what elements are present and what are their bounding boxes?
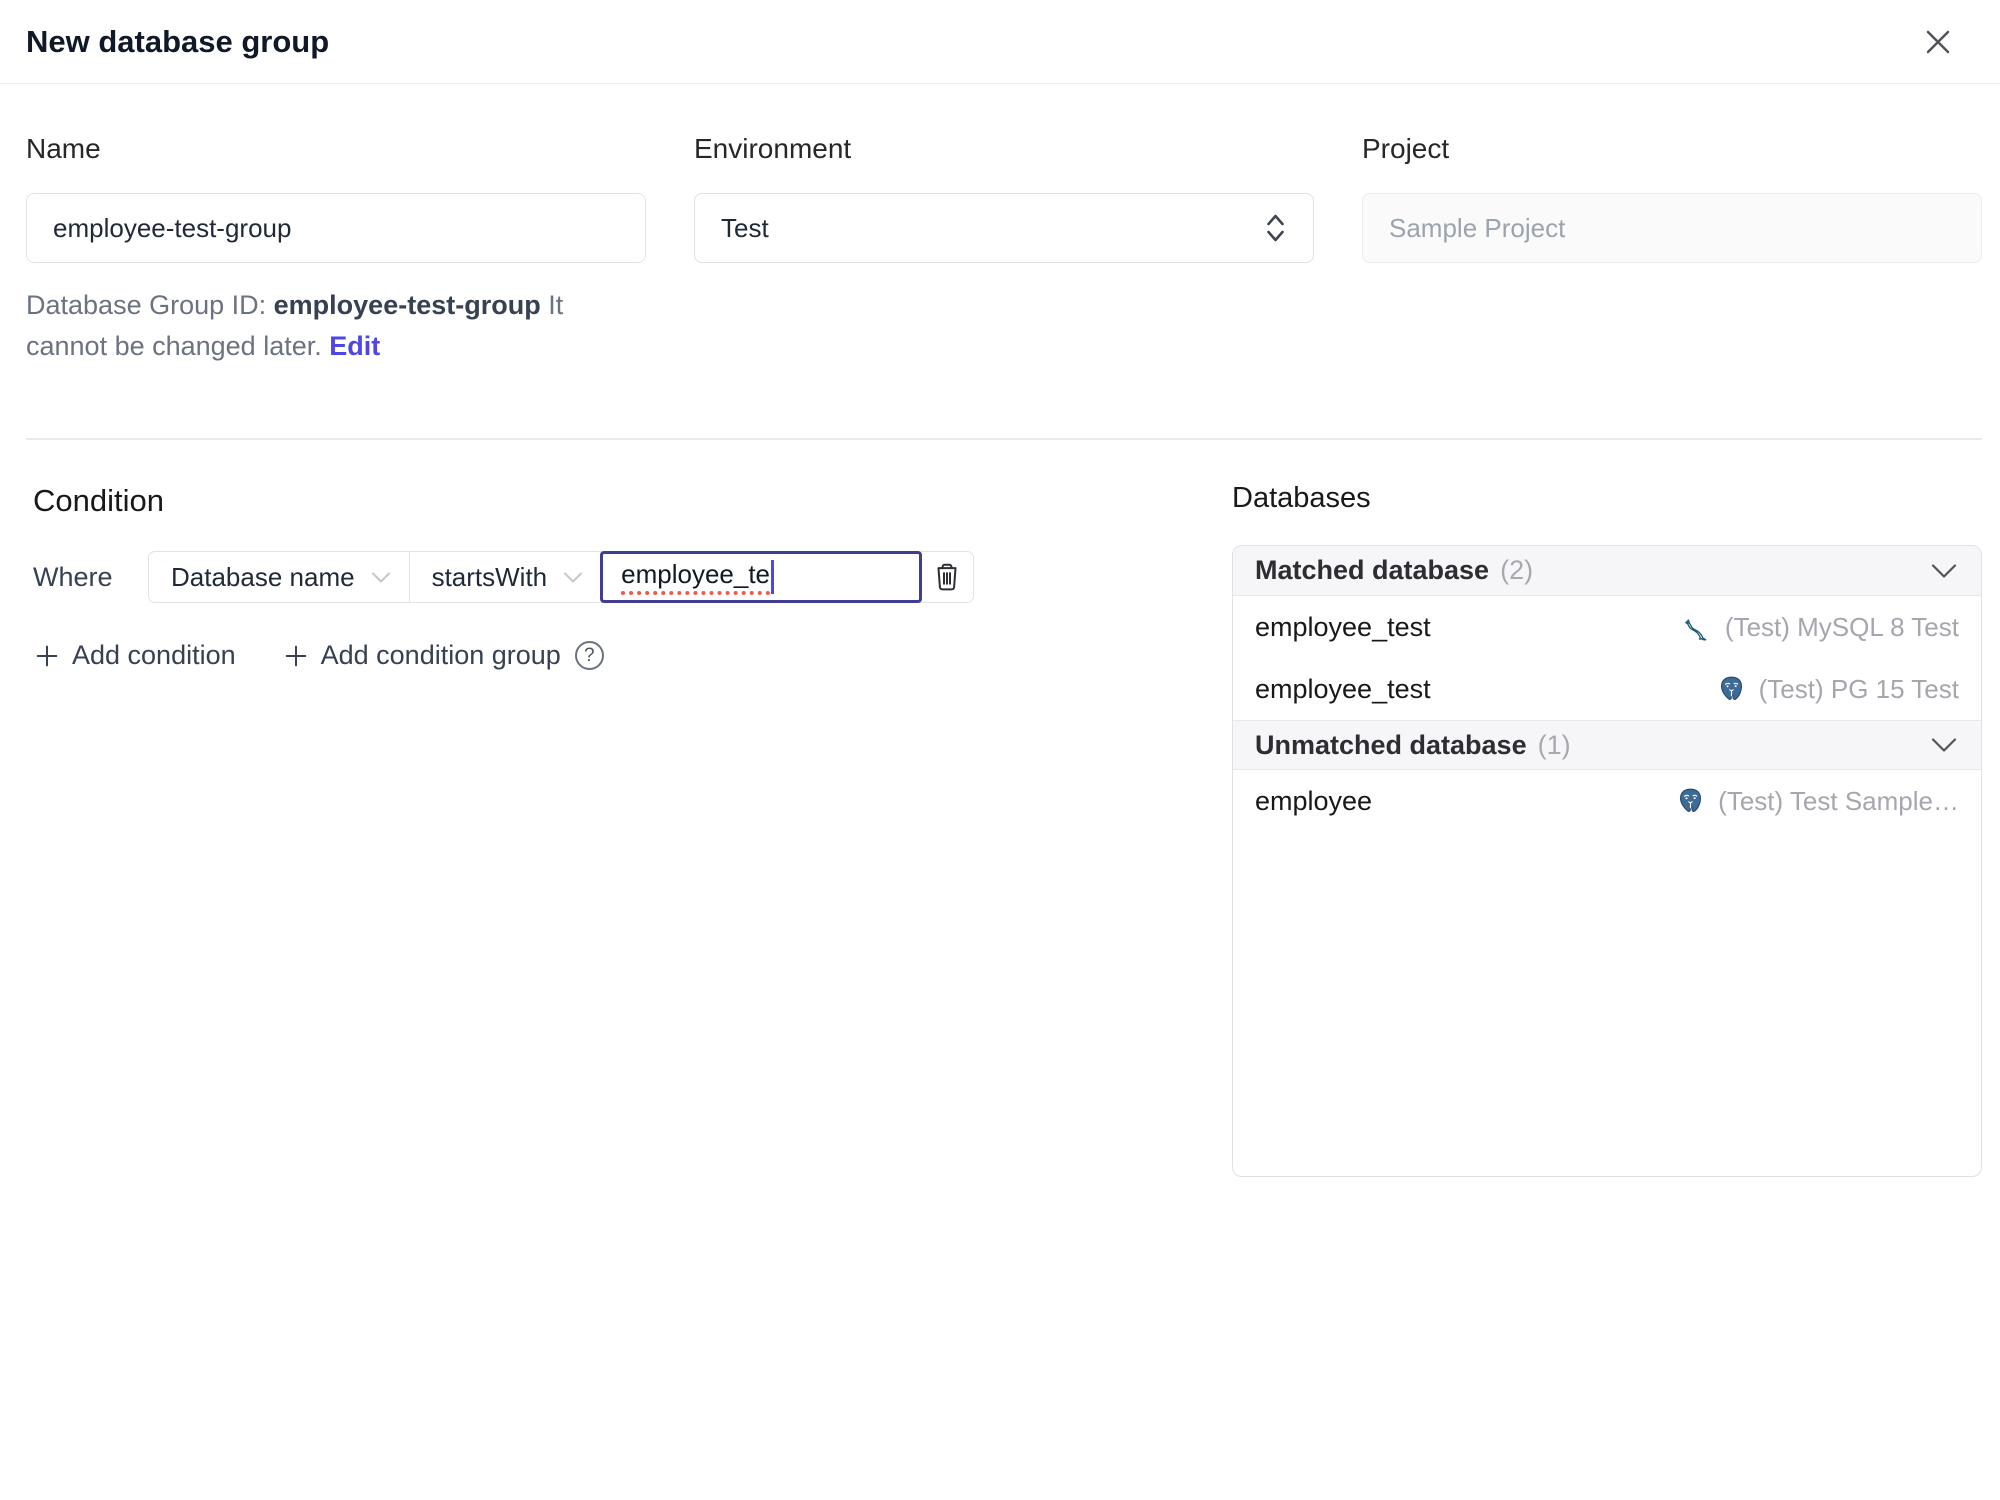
operator-select[interactable]: startsWith [408,551,603,603]
environment-value: Test [721,212,769,243]
environment-field: Environment Test [694,132,1314,394]
help-icon[interactable]: ? [574,641,604,670]
database-row: employee_test (Test) PG 15 Test [1233,658,1981,720]
delete-condition-button[interactable] [920,551,975,603]
condition-section: Condition Where Database name startsWith [26,440,1232,1177]
close-icon [1918,22,1958,62]
text-caret [771,560,775,594]
project-field: Project [1362,132,1982,394]
condition-heading: Condition [33,483,164,518]
condition-actions: Add condition Add condition group ? [33,640,1232,671]
instance-label: (Test) Test Sample… [1675,786,1959,817]
database-row: employee (Test) Test Sample… [1233,770,1981,832]
name-input[interactable] [26,193,646,263]
instance-name: (Test) MySQL 8 Test [1724,611,1959,642]
instance-name: (Test) Test Sample… [1718,785,1959,816]
project-label: Project [1362,133,1450,164]
trash-icon [932,561,962,594]
edit-link[interactable]: Edit [329,331,380,361]
add-condition-group-button[interactable]: Add condition group [282,640,561,671]
condition-expression: Database name startsWith employee_te [148,551,975,603]
plus-icon [33,642,61,670]
factor-value: Database name [171,561,355,592]
matched-database-header[interactable]: Matched database (2) [1233,546,1981,596]
add-condition-group-label: Add condition group [320,640,561,670]
environment-select[interactable]: Test [694,193,1314,263]
databases-heading: Databases [1232,482,1371,514]
unmatched-database-count: (1) [1537,729,1571,760]
postgresql-icon [1716,674,1747,705]
condition-value-input[interactable]: employee_te [600,551,923,603]
name-field: Name Database Group ID: employee-test-gr… [26,132,646,394]
group-id-value: employee-test-group [273,290,541,320]
operator-value: startsWith [431,561,548,592]
add-condition-label: Add condition [72,640,236,670]
environment-label: Environment [694,133,852,164]
instance-name: (Test) PG 15 Test [1758,673,1959,704]
databases-panel: Matched database (2) employee_test (Test… [1232,545,1982,1177]
dialog-title: New database group [26,23,330,59]
matched-database-count: (2) [1500,555,1534,585]
name-label: Name [26,133,101,164]
add-condition-button[interactable]: Add condition [33,640,236,671]
factor-select[interactable]: Database name [148,551,410,603]
chevron-updown-icon [1264,211,1287,245]
postgresql-icon [1675,786,1706,817]
database-name: employee_test [1255,673,1431,704]
chevron-down-icon [1929,735,1959,755]
chevron-down-icon [563,571,583,584]
database-name: employee [1255,785,1373,816]
matched-database-title: Matched database [1255,555,1490,585]
chevron-down-icon [371,571,391,584]
instance-label: (Test) PG 15 Test [1716,674,1959,705]
condition-row: Where Database name startsWith employee_… [33,551,1232,603]
group-id-hint: Database Group ID: employee-test-group I… [26,285,626,367]
database-row: employee_test (Test) MySQL 8 Test [1233,596,1981,658]
unmatched-database-title: Unmatched database [1255,729,1527,760]
condition-value-text: employee_te [621,559,771,595]
hint-prefix: Database Group ID: [26,290,267,320]
project-input [1362,193,1982,263]
dialog-body: Name Database Group ID: employee-test-gr… [0,132,2000,1177]
dialog-header: New database group [0,0,2000,84]
databases-section: Databases Matched database (2) employee_… [1232,440,1982,1177]
unmatched-database-header[interactable]: Unmatched database (1) [1233,720,1981,770]
chevron-down-icon [1929,561,1959,581]
close-button[interactable] [1912,16,1964,68]
where-label: Where [33,561,113,592]
database-name: employee_test [1255,611,1431,642]
plus-icon [282,642,310,670]
instance-label: (Test) MySQL 8 Test [1682,612,1959,643]
mysql-icon [1682,612,1713,643]
form-fields: Name Database Group ID: employee-test-gr… [26,132,1982,394]
